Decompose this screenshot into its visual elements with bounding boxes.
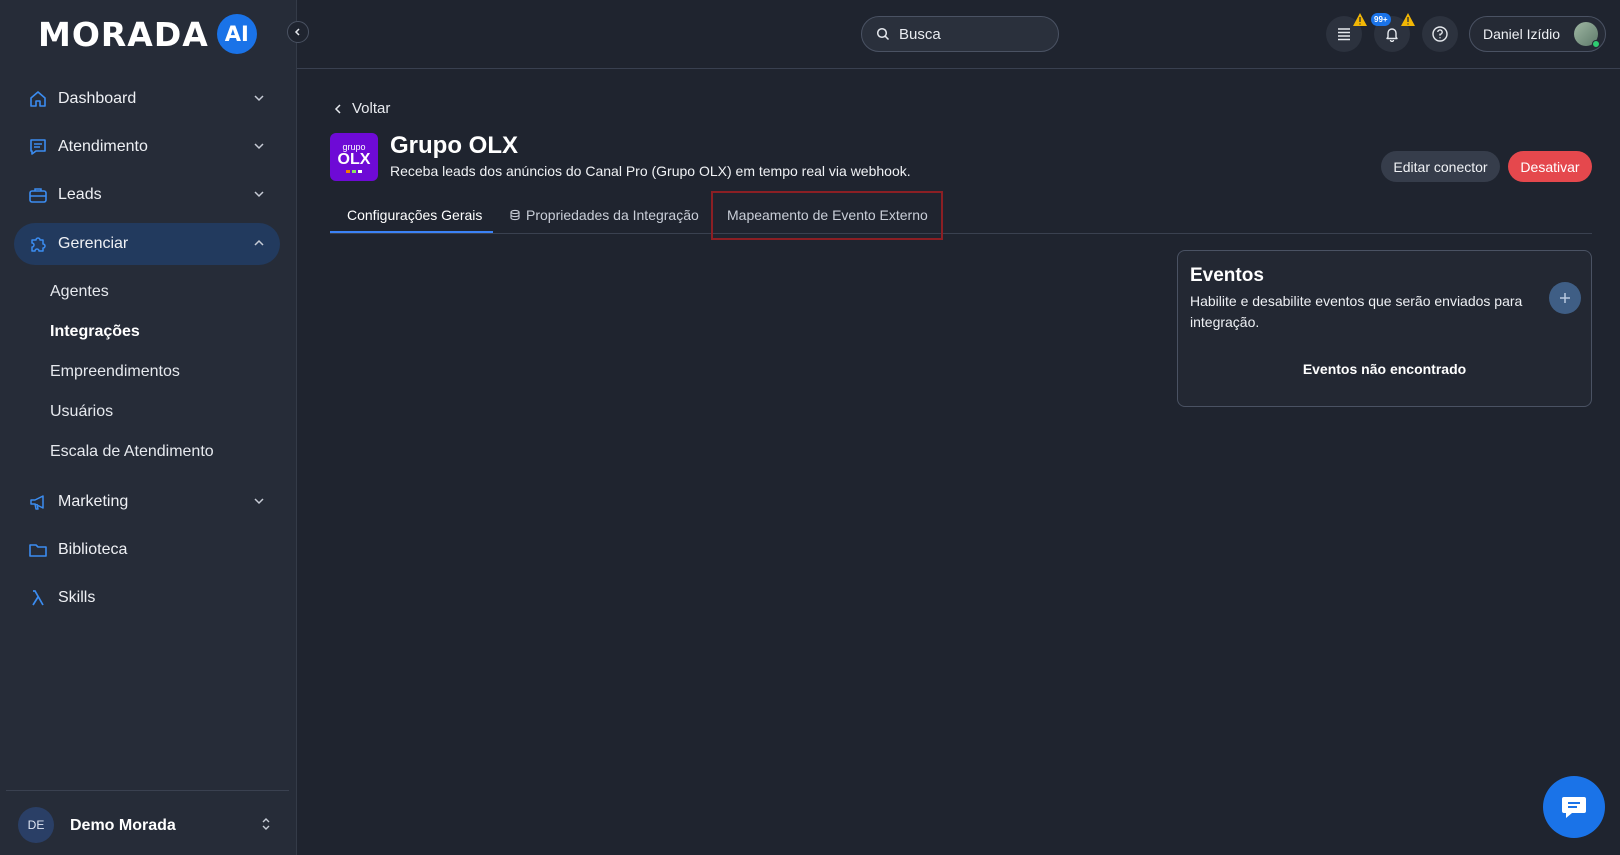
chat-support-button[interactable]	[1543, 776, 1605, 838]
deactivate-button[interactable]: Desativar	[1508, 151, 1592, 182]
lambda-icon	[27, 587, 49, 609]
user-name: Daniel Izídio	[1483, 26, 1561, 42]
help-icon	[1432, 26, 1448, 42]
sidebar-item-label: Marketing	[58, 493, 129, 510]
olx-logo: grupo OLX	[330, 133, 378, 181]
notifications-count-badge: 99+	[1371, 13, 1391, 26]
chevron-updown-icon	[262, 818, 270, 830]
online-status-dot	[1592, 40, 1600, 48]
org-switcher[interactable]: DE Demo Morada	[6, 790, 289, 855]
sidebar-item-label: Atendimento	[58, 138, 148, 155]
database-icon	[510, 209, 520, 221]
sidebar-item-biblioteca[interactable]: Biblioteca	[14, 529, 280, 571]
sidebar-item-skills[interactable]: Skills	[14, 577, 280, 619]
sidebar-item-gerenciar[interactable]: Gerenciar	[14, 223, 280, 265]
tab-configuracoes-gerais[interactable]: Configurações Gerais	[347, 207, 482, 223]
page-title: Grupo OLX	[390, 132, 518, 159]
org-avatar: DE	[18, 807, 54, 843]
org-name: Demo Morada	[70, 817, 176, 834]
sidebar: MORADA AI Dashboard Atendimento Leads Ge…	[0, 0, 297, 855]
page-description: Receba leads dos anúncios do Canal Pro (…	[390, 163, 911, 179]
puzzle-icon	[27, 233, 49, 255]
chevron-up-icon	[254, 239, 264, 246]
sidebar-item-dashboard[interactable]: Dashboard	[14, 78, 280, 120]
sidebar-item-label: Skills	[58, 589, 96, 606]
back-label: Voltar	[352, 100, 391, 117]
sidebar-item-label: Biblioteca	[58, 541, 128, 558]
topbar: Busca 99+ Daniel Izídio	[297, 0, 1620, 69]
olx-logo-top: grupo	[342, 141, 366, 152]
events-title: Eventos	[1190, 265, 1264, 286]
sidebar-item-label: Dashboard	[58, 90, 137, 107]
sidebar-item-leads[interactable]: Leads	[14, 174, 280, 216]
active-tab-indicator	[330, 231, 493, 233]
sidebar-subitem-agentes[interactable]: Agentes	[50, 283, 109, 301]
chevron-down-icon	[254, 498, 264, 505]
megaphone-icon	[27, 491, 49, 513]
chevron-down-icon	[254, 191, 264, 198]
tabs-divider	[330, 233, 1592, 234]
logo-ai-badge: AI	[216, 14, 257, 54]
events-empty-state: Eventos não encontrado	[1302, 361, 1467, 377]
chevron-down-icon	[254, 95, 264, 102]
sidebar-subitem-usuarios[interactable]: Usuários	[50, 403, 113, 421]
sidebar-subitem-escala[interactable]: Escala de Atendimento	[50, 443, 214, 461]
sidebar-item-label: Gerenciar	[58, 235, 129, 252]
olx-logo-main: OLX	[337, 150, 371, 168]
morada-logo[interactable]: MORADA AI	[38, 14, 257, 54]
logo-text: MORADA	[38, 14, 209, 54]
add-event-button[interactable]	[1549, 282, 1581, 314]
sidebar-subitem-empreendimentos[interactable]: Empreendimentos	[50, 363, 180, 381]
bell-icon	[1386, 28, 1398, 42]
warning-icon	[1401, 13, 1415, 26]
briefcase-icon	[27, 184, 49, 206]
search-icon	[876, 27, 890, 41]
search-input[interactable]: Busca	[861, 16, 1059, 52]
chevron-down-icon	[254, 143, 264, 150]
search-placeholder: Busca	[899, 25, 941, 43]
warning-icon	[1353, 13, 1367, 26]
message-icon	[27, 136, 49, 158]
olx-logo-dots	[346, 169, 362, 173]
tab-label: Propriedades da Integração	[526, 207, 699, 223]
user-menu-button[interactable]: Daniel Izídio	[1469, 16, 1606, 52]
sidebar-subitem-integracoes[interactable]: Integrações	[50, 323, 140, 341]
highlight-box	[711, 191, 943, 240]
chevron-left-icon	[294, 28, 300, 36]
tab-propriedades-integracao[interactable]: Propriedades da Integração	[509, 207, 699, 223]
sidebar-item-label: Leads	[58, 186, 102, 203]
notifications-button[interactable]: 99+	[1371, 13, 1415, 52]
events-card: Eventos Habilite e desabilite eventos qu…	[1177, 250, 1592, 407]
help-button[interactable]	[1422, 16, 1458, 52]
chat-icon	[1562, 797, 1586, 818]
plus-icon	[1560, 293, 1570, 303]
collapse-sidebar-button[interactable]	[287, 21, 309, 43]
back-link[interactable]: Voltar	[333, 100, 390, 117]
folder-icon	[27, 539, 49, 561]
home-icon	[27, 88, 49, 110]
sidebar-item-marketing[interactable]: Marketing	[14, 481, 280, 523]
edit-connector-button[interactable]: Editar conector	[1381, 151, 1500, 182]
events-description: Habilite e desabilite eventos que serão …	[1190, 293, 1523, 330]
list-icon	[1338, 28, 1350, 41]
sidebar-item-atendimento[interactable]: Atendimento	[14, 126, 280, 168]
tasks-button[interactable]	[1326, 13, 1367, 52]
chevron-left-icon	[334, 103, 341, 114]
